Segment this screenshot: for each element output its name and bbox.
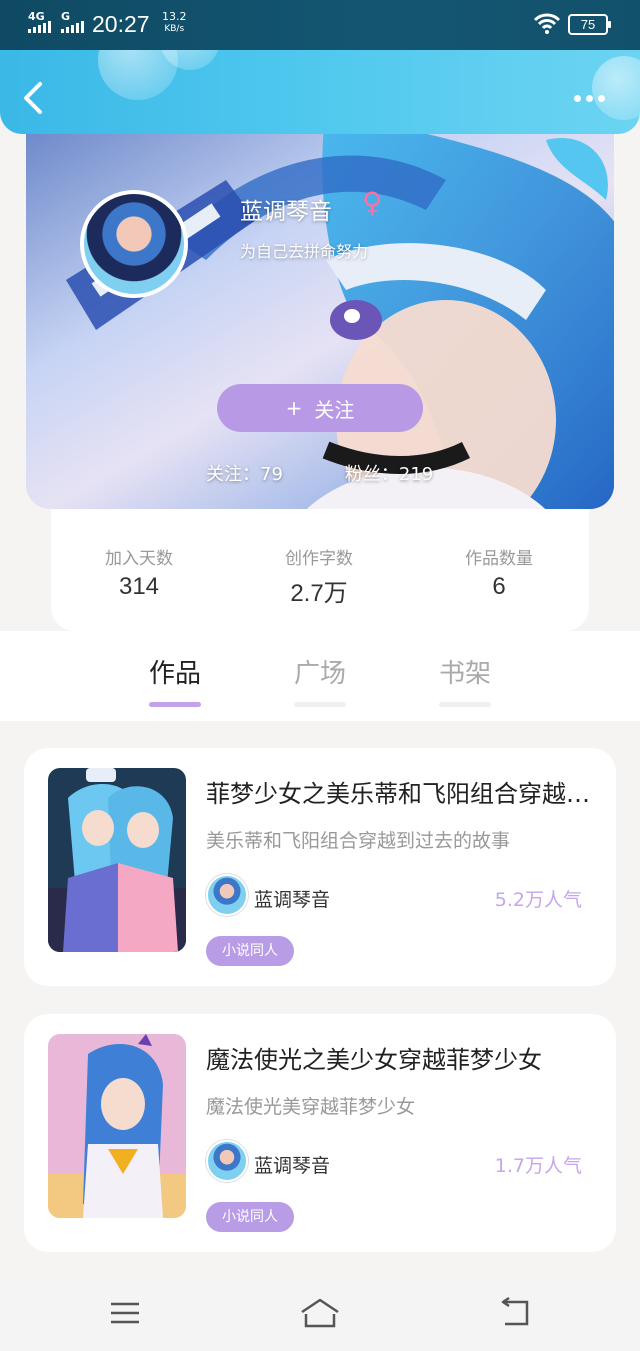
plus-icon: +: [285, 396, 303, 420]
author-avatar: [206, 874, 248, 916]
work-tag: 小说同人: [206, 1202, 294, 1232]
tab-label: 书架: [438, 659, 491, 689]
profile-bio: 为自己去拼命努力: [240, 242, 369, 261]
work-description: 美乐蒂和飞阳组合穿越到过去的故事: [206, 830, 511, 852]
more-options-button[interactable]: [574, 88, 614, 108]
tab-works[interactable]: 作品: [135, 653, 215, 707]
stat-value: 6: [492, 573, 506, 600]
work-tag: 小说同人: [206, 936, 294, 966]
speed-value: 13.2: [162, 10, 187, 23]
work-card[interactable]: 魔法使光之美少女穿越菲梦少女 魔法使光美穿越菲梦少女 蓝调琴音 1.7万人气 小…: [24, 1014, 616, 1252]
back-button[interactable]: [20, 80, 50, 116]
follow-label: 关注: [314, 397, 355, 422]
work-card[interactable]: 菲梦少女之美乐蒂和飞阳组合穿越到过去 美乐蒂和飞阳组合穿越到过去的故事 蓝调琴音…: [24, 748, 616, 986]
stat-works-count: 作品数量 6: [419, 544, 579, 601]
signal-icon-2: [61, 21, 84, 33]
clock: 20:27: [92, 11, 150, 37]
work-cover-image[interactable]: [48, 768, 186, 952]
tab-indicator: [294, 702, 346, 707]
work-popularity: 5.2万人气: [494, 889, 582, 911]
wifi-icon: [533, 13, 561, 34]
work-title: 菲梦少女之美乐蒂和飞阳组合穿越到过去: [206, 780, 602, 808]
tab-indicator: [439, 702, 491, 707]
female-gender-icon: ♀: [362, 186, 383, 219]
tab-indicator: [149, 702, 201, 707]
stat-value: 2.7万: [290, 580, 348, 607]
speed-unit: KB/s: [164, 24, 185, 34]
stat-label: 加入天数: [105, 549, 173, 569]
following-count[interactable]: 关注：79: [206, 460, 283, 486]
work-cover-image[interactable]: [48, 1034, 186, 1218]
profile-banner: 蓝调琴音 ♀ 为自己去拼命努力 + 关注 关注：79 粉丝：219: [26, 120, 614, 509]
status-bar: 4G G 20:27 13.2 KB/s 75: [0, 0, 640, 50]
banner-artwork: [66, 120, 614, 509]
work-author: 蓝调琴音: [254, 889, 331, 911]
system-navigation-bar: [0, 1276, 640, 1351]
stats-card: 加入天数 314 创作字数 2.7万 作品数量 6: [51, 492, 589, 631]
home-icon[interactable]: [298, 1296, 342, 1330]
work-title: 魔法使光之美少女穿越菲梦少女: [206, 1046, 542, 1074]
follow-stats: 关注：79 粉丝：219: [206, 460, 433, 486]
return-icon[interactable]: [495, 1296, 535, 1330]
network-speed: 13.2 KB/s: [162, 11, 187, 35]
battery-indicator: 75: [568, 14, 611, 35]
stat-join-days: 加入天数 314: [59, 544, 219, 601]
tab-bookshelf[interactable]: 书架: [425, 653, 505, 707]
signal-icon-1: [28, 21, 51, 33]
app-header: [0, 50, 640, 134]
work-description: 魔法使光美穿越菲梦少女: [206, 1096, 416, 1118]
stat-label: 创作字数: [285, 549, 353, 569]
tab-bar: 作品 广场 书架: [0, 631, 640, 721]
work-author: 蓝调琴音: [254, 1155, 331, 1177]
stat-word-count: 创作字数 2.7万: [239, 544, 399, 608]
more-dots-icon: [574, 94, 581, 102]
followers-count[interactable]: 粉丝：219: [345, 460, 433, 486]
profile-name: 蓝调琴音: [240, 199, 332, 225]
work-popularity: 1.7万人气: [494, 1155, 582, 1177]
menu-icon[interactable]: [105, 1296, 145, 1330]
tab-label: 作品: [148, 659, 201, 689]
author-avatar: [206, 1140, 248, 1182]
tab-label: 广场: [293, 659, 346, 689]
stat-value: 314: [118, 573, 160, 600]
stat-label: 作品数量: [465, 549, 533, 569]
follow-button[interactable]: + 关注: [217, 384, 423, 432]
tab-plaza[interactable]: 广场: [280, 653, 360, 707]
avatar[interactable]: [80, 190, 188, 298]
